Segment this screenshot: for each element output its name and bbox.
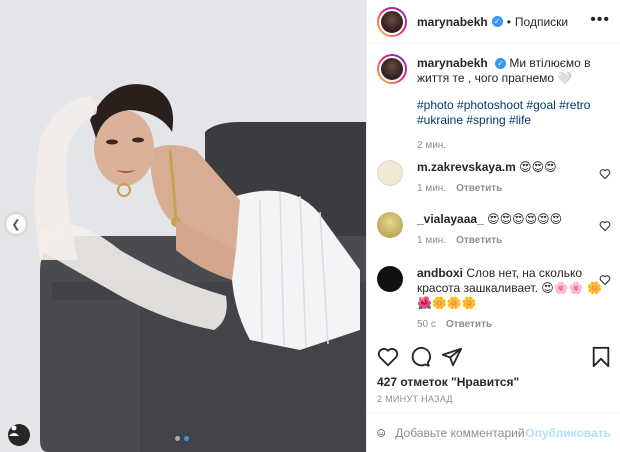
post-actions [377, 346, 611, 370]
commenter-username[interactable]: m.zakrevskaya.m [417, 160, 516, 174]
comment-meta: 1 мин. Ответить [417, 235, 611, 246]
verified-icon: ✓ [495, 58, 507, 70]
post-sidebar: marynabekh ✓ • Подписки ••• marynabekh ✓… [366, 0, 620, 452]
post-header: marynabekh ✓ • Подписки ••• [367, 0, 620, 44]
comment-body: m.zakrevskaya.m 😍😍😍 [417, 160, 611, 175]
post-photo[interactable]: ❮ [0, 0, 366, 452]
chevron-left-icon: ❮ [11, 218, 21, 231]
comment-text: 😍😍😍 [519, 160, 557, 174]
carousel-dot [175, 436, 180, 441]
commenter-username[interactable]: _vialayaaa_ [417, 212, 484, 226]
publish-button[interactable]: Опубликовать [525, 426, 611, 440]
author-avatar[interactable] [377, 6, 407, 37]
caption-username[interactable]: marynabekh [417, 56, 488, 70]
reply-button[interactable]: Ответить [456, 235, 502, 246]
commenter-avatar[interactable] [377, 212, 403, 238]
comment-body: andboxi Слов нет, на сколько красота заш… [417, 266, 611, 311]
caption-author-avatar[interactable] [377, 54, 407, 84]
comment-item: _vialayaaa_ 😍😍😍😍😍😍 1 мин. Ответить [377, 212, 611, 246]
likes-count[interactable]: 427 отметок "Нравится" [377, 375, 519, 389]
separator-dot: • [506, 14, 511, 29]
comment-heart-icon[interactable] [599, 274, 611, 286]
comment-text: 😍😍😍😍😍😍 [487, 212, 563, 226]
comment-time: 1 мин. [417, 183, 447, 194]
photo-illustration [0, 0, 366, 452]
more-icon[interactable]: ••• [590, 12, 610, 28]
add-comment-bar: Опубликовать [367, 412, 620, 452]
carousel-dot-active [184, 436, 189, 441]
caption-hashtags[interactable]: #photo #photoshoot #goal #retro #ukraine… [417, 98, 610, 128]
author-username[interactable]: marynabekh [417, 15, 488, 29]
comment-heart-icon[interactable] [599, 220, 611, 232]
comment-meta: 1 мин. Ответить [417, 183, 611, 194]
comment-time: 50 с [417, 319, 436, 330]
caption-time: 2 мин. [417, 140, 447, 151]
comment-item: m.zakrevskaya.m 😍😍😍 1 мин. Ответить [377, 160, 611, 194]
comment-body: _vialayaaa_ 😍😍😍😍😍😍 [417, 212, 611, 227]
commenter-username[interactable]: andboxi [417, 266, 463, 280]
comment-icon[interactable] [409, 346, 431, 368]
following-button[interactable]: Подписки [515, 15, 568, 29]
commenter-avatar[interactable] [377, 160, 403, 186]
reply-button[interactable]: Ответить [456, 183, 502, 194]
caption-text: marynabekh ✓ Ми втілюємо в життя те , чо… [417, 56, 610, 86]
emoji-icon[interactable] [377, 423, 385, 443]
reply-button[interactable]: Ответить [446, 319, 492, 330]
carousel-dots [175, 436, 189, 441]
heart-icon[interactable] [377, 346, 399, 368]
comment-heart-icon[interactable] [599, 168, 611, 180]
bookmark-icon[interactable] [591, 346, 611, 368]
verified-icon: ✓ [491, 16, 503, 27]
tag-user-icon [9, 425, 19, 436]
comment-meta: 50 с Ответить [417, 319, 611, 330]
post-timestamp: 2 МИНУТ НАЗАД [377, 394, 453, 404]
comment-time: 1 мин. [417, 235, 447, 246]
commenter-avatar[interactable] [377, 266, 403, 292]
carousel-prev-button[interactable]: ❮ [6, 214, 26, 234]
tag-user-button[interactable] [8, 424, 30, 446]
share-icon[interactable] [441, 346, 463, 368]
comment-input[interactable] [395, 425, 526, 440]
comment-item: andboxi Слов нет, на сколько красота заш… [377, 266, 611, 330]
